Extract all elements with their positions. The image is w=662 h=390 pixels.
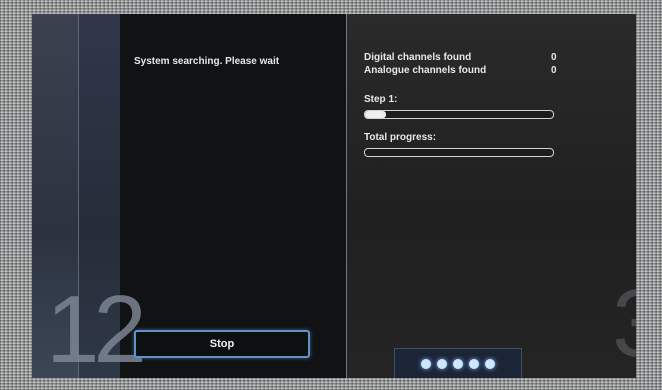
page-dot [421, 358, 431, 369]
step-number-left: 12 [46, 276, 147, 378]
stop-button[interactable]: Stop [134, 330, 310, 358]
analogue-channels-label: Analogue channels found [364, 65, 487, 76]
total-progress-bar [364, 148, 554, 157]
digital-channels-count: 0 [551, 52, 557, 63]
left-panel [120, 14, 346, 378]
tv-screen: 12 3 System searching. Please wait Digit… [32, 14, 636, 378]
step-progress-bar [364, 110, 554, 119]
digital-channels-label: Digital channels found [364, 52, 472, 63]
page-indicator [394, 348, 522, 378]
total-progress-label: Total progress: [364, 132, 437, 143]
page-dot [437, 358, 447, 369]
step-progress-label: Step 1: [364, 94, 398, 105]
step-number-right: 3 [612, 276, 636, 372]
page-dot [485, 358, 495, 369]
page-dot [469, 358, 479, 369]
step-progress-fill [365, 111, 386, 118]
page-dot [453, 358, 463, 369]
status-message: System searching. Please wait [134, 56, 280, 67]
analogue-channels-count: 0 [551, 65, 557, 76]
